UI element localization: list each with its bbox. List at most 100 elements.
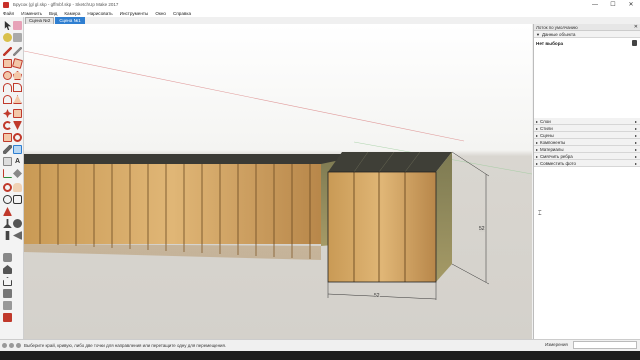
move-icon[interactable] xyxy=(3,109,12,118)
expand-triangle-icon: ▸ xyxy=(536,139,539,145)
zoom-icon[interactable] xyxy=(3,195,12,204)
eraser-icon[interactable] xyxy=(13,21,22,30)
tape-measure-tool-icon[interactable] xyxy=(3,145,12,154)
orbit-icon[interactable] xyxy=(3,183,12,192)
circle-icon[interactable] xyxy=(3,71,12,80)
dimension-vertical-label[interactable]: 52 xyxy=(479,226,485,232)
pie-icon[interactable] xyxy=(13,95,22,104)
menu-help[interactable]: Справка xyxy=(173,11,191,16)
share-model-icon[interactable] xyxy=(3,265,12,274)
section-plane-icon[interactable] xyxy=(13,231,22,240)
layout-icon[interactable] xyxy=(3,313,12,322)
menu-bar: Файл Изменить Вид Камера Нарисовать Инст… xyxy=(0,9,640,17)
measurements-label: Измерения xyxy=(545,342,568,347)
red-axis-line xyxy=(24,50,465,142)
tray-section-components[interactable]: ▸ Компоненты ▸ xyxy=(534,139,640,146)
extension-manager-icon[interactable] xyxy=(3,301,12,310)
section-arrow-icon: ▸ xyxy=(634,146,637,152)
scale-icon[interactable] xyxy=(3,133,12,142)
credits-icon[interactable] xyxy=(9,343,14,348)
menu-file[interactable]: Файл xyxy=(3,11,14,16)
minimize-button[interactable]: — xyxy=(586,0,604,9)
3d-text-icon[interactable] xyxy=(13,169,22,178)
tab-scene-1[interactable]: Сцена №1 xyxy=(55,17,85,24)
menu-camera[interactable]: Камера xyxy=(64,11,80,16)
tray-section-label: Материалы xyxy=(540,146,564,152)
measurements-input[interactable] xyxy=(573,341,637,349)
sketchup-app-icon xyxy=(3,1,9,8)
menu-view[interactable]: Вид xyxy=(49,11,57,16)
paint-icon[interactable] xyxy=(3,33,12,42)
help-icon[interactable] xyxy=(16,343,21,348)
two-point-arc-icon[interactable] xyxy=(13,83,22,92)
arc-icon[interactable] xyxy=(3,83,12,92)
protractor-icon[interactable] xyxy=(3,157,12,166)
look-around-icon[interactable] xyxy=(13,219,22,228)
zoom-extents-icon[interactable] xyxy=(3,207,12,216)
menu-tools[interactable]: Инструменты xyxy=(120,11,149,16)
rotated-rectangle-icon[interactable] xyxy=(11,57,24,70)
model-viewport[interactable]: 52 52 xyxy=(24,24,532,339)
tray-section-label: Слои xyxy=(540,118,551,124)
entity-info-value: Нет выбора xyxy=(536,41,564,46)
tray-close-button[interactable]: ✕ xyxy=(634,24,638,30)
walk-icon[interactable] xyxy=(5,231,10,240)
mouse-cursor-icon: ⌶ xyxy=(538,211,542,217)
tool-palette: A xyxy=(0,17,24,339)
axes-icon[interactable] xyxy=(3,169,12,178)
dimension-vertical xyxy=(451,151,490,285)
menu-window[interactable]: Окно xyxy=(155,11,166,16)
dimension-horizontal-label[interactable]: 52 xyxy=(374,293,380,299)
rectangle-icon[interactable] xyxy=(3,59,12,68)
extension-icon[interactable] xyxy=(3,289,12,298)
collapse-triangle-icon: ▼ xyxy=(536,31,540,37)
model-canvas[interactable] xyxy=(24,24,532,339)
tray-section-styles[interactable]: ▸ Стили ▸ xyxy=(534,125,640,132)
left-block-front xyxy=(24,154,369,260)
tray-section-label: Смягчить ребра xyxy=(540,153,573,159)
follow-me-icon[interactable] xyxy=(13,121,22,130)
polygon-icon[interactable] xyxy=(13,71,22,80)
position-camera-icon[interactable] xyxy=(3,219,12,228)
pencil-icon[interactable] xyxy=(3,47,12,56)
dimension-horizontal xyxy=(327,282,437,300)
warehouse-icon[interactable] xyxy=(3,253,12,262)
tray-section-layers[interactable]: ▸ Слои ▸ xyxy=(534,118,640,125)
tray-section-materials[interactable]: ▸ Материалы ▸ xyxy=(534,146,640,153)
pan-icon[interactable] xyxy=(13,183,22,192)
entity-info-title: Данные объекта xyxy=(541,31,576,37)
entity-info-header[interactable]: ▼ Данные объекта xyxy=(534,31,640,38)
expand-triangle-icon: ▸ xyxy=(536,153,539,159)
section-arrow-icon: ▸ xyxy=(634,139,637,145)
push-pull-icon[interactable] xyxy=(13,109,22,118)
right-block-side xyxy=(436,152,452,282)
offset-icon[interactable] xyxy=(13,133,22,142)
material-swatch-icon[interactable] xyxy=(632,40,637,46)
tab-scene-2[interactable]: Сцена №2 xyxy=(25,17,55,24)
section-arrow-icon: ▸ xyxy=(634,153,637,159)
three-point-arc-icon[interactable] xyxy=(3,95,12,104)
menu-draw[interactable]: Нарисовать xyxy=(87,11,112,16)
close-button[interactable]: ✕ xyxy=(622,0,640,9)
menu-edit[interactable]: Изменить xyxy=(21,11,42,16)
tray-section-scenes[interactable]: ▸ Сцены ▸ xyxy=(534,132,640,139)
section-arrow-icon: ▸ xyxy=(634,160,637,166)
tray-section-soften-edges[interactable]: ▸ Смягчить ребра ▸ xyxy=(534,153,640,160)
tray-section-match-photo[interactable]: ▸ Совместить фото ▸ xyxy=(534,160,640,167)
select-icon[interactable] xyxy=(4,21,12,30)
zoom-window-icon[interactable] xyxy=(13,195,22,204)
geo-location-icon[interactable] xyxy=(2,343,7,348)
entity-info-body: Нет выбора xyxy=(534,38,640,118)
expand-triangle-icon: ▸ xyxy=(536,125,539,131)
freehand-icon[interactable] xyxy=(13,47,22,56)
maximize-button[interactable]: ☐ xyxy=(604,0,622,9)
left-block-top xyxy=(24,154,374,164)
rotate-icon[interactable] xyxy=(3,121,12,130)
right-block-top xyxy=(328,152,452,172)
text-icon[interactable]: A xyxy=(13,157,22,166)
expand-triangle-icon: ▸ xyxy=(536,160,539,166)
right-block-front xyxy=(328,172,436,282)
dimension-icon[interactable] xyxy=(13,145,22,154)
home-icon[interactable] xyxy=(3,277,12,286)
tape-measure-icon[interactable] xyxy=(13,33,22,42)
